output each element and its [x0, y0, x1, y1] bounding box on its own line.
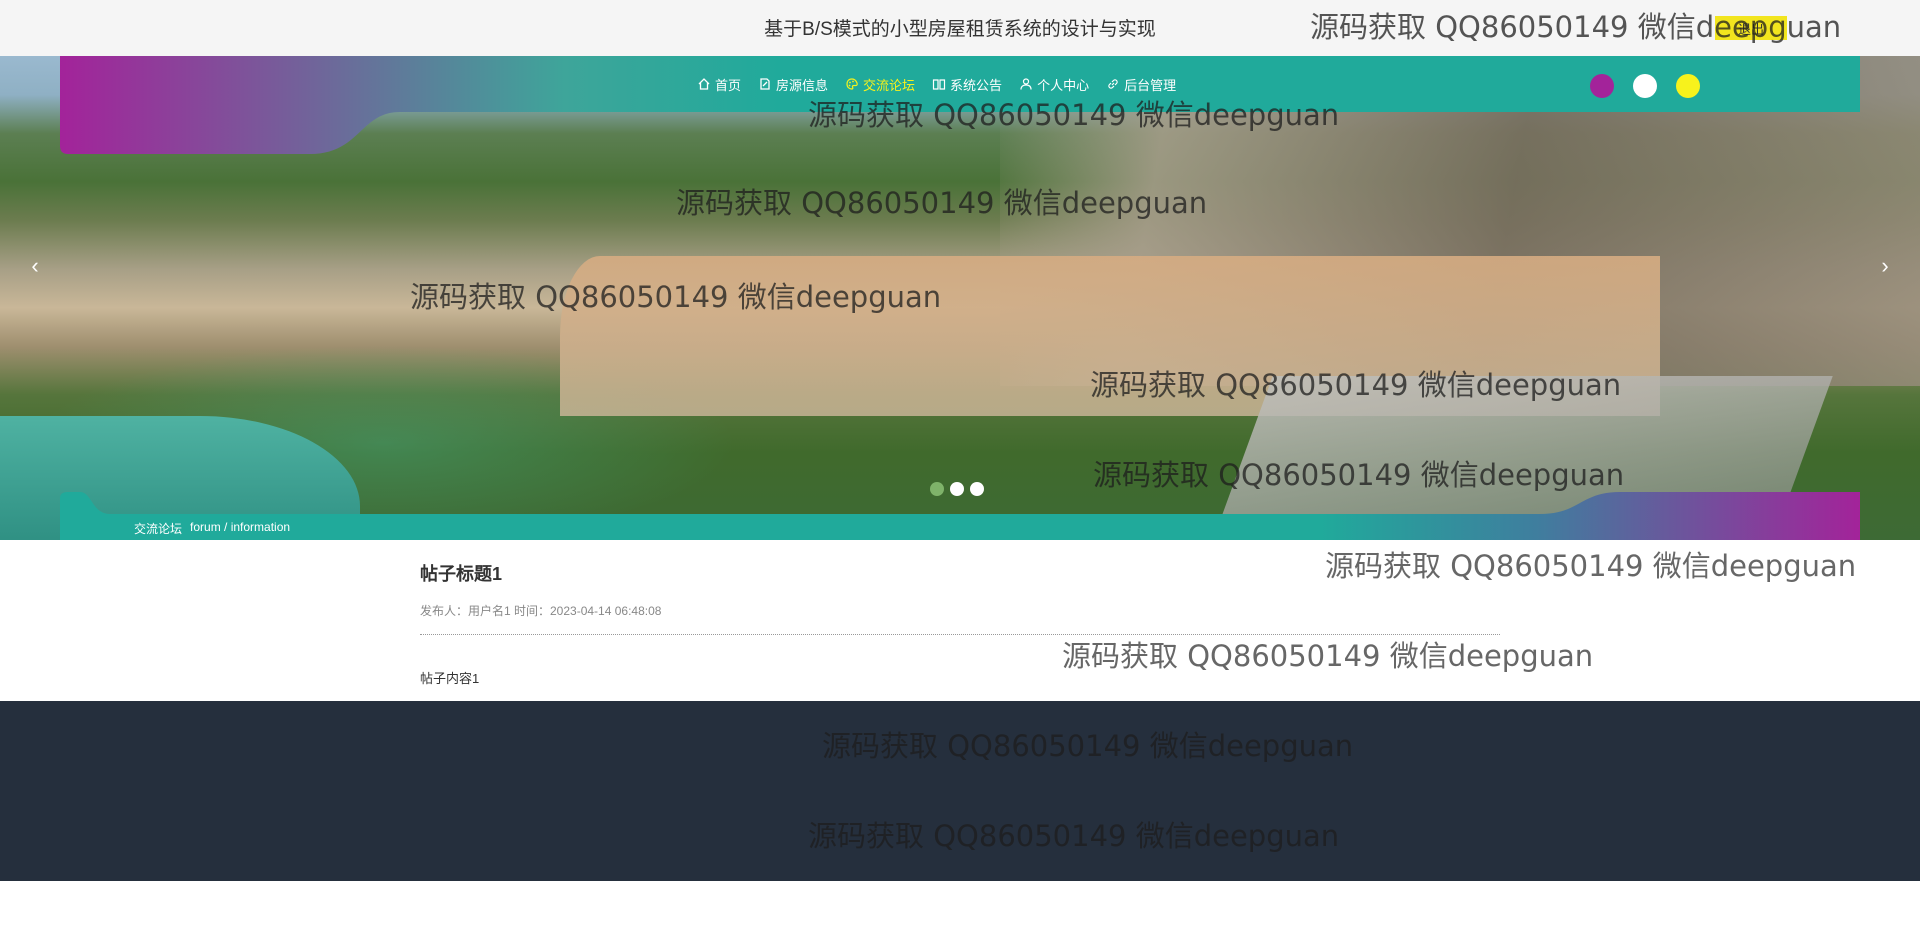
post-divider	[420, 634, 1500, 635]
nav-home-label: 首页	[715, 77, 742, 93]
footer	[0, 701, 1920, 881]
theme-dot-yellow[interactable]	[1676, 74, 1700, 98]
breadcrumb-current: 交流论坛	[134, 522, 183, 536]
document-icon	[760, 78, 770, 90]
chevron-left-icon[interactable]: ‹	[20, 251, 50, 281]
post-content: 帖子内容1	[420, 671, 480, 686]
post-meta: 发布人：用户名1 时间：2023-04-14 06:48:08	[420, 604, 662, 618]
main-nav: 首页 房源信息 交流论坛 系统公告 个人中心 后台管理	[697, 74, 1193, 94]
user-icon	[1020, 78, 1032, 90]
nav-admin[interactable]: 后台管理	[1106, 75, 1176, 94]
site-title: 基于B/S模式的小型房屋租赁系统的设计与实现	[764, 19, 1156, 40]
nav-admin-label: 后台管理	[1124, 77, 1177, 93]
nav-announcements[interactable]: 系统公告	[932, 75, 1002, 94]
post-title: 帖子标题1	[420, 564, 503, 584]
chevron-right-icon[interactable]: ›	[1870, 251, 1900, 281]
home-icon	[698, 78, 710, 90]
watermark: 源码获取 QQ86050149 微信deepguan	[1325, 549, 1857, 583]
nav-home[interactable]: 首页	[697, 75, 741, 94]
logout-button[interactable]: 退出	[1715, 16, 1787, 40]
book-icon	[932, 79, 946, 90]
breadcrumb-path: forum / information	[190, 520, 291, 534]
nav-announcements-label: 系统公告	[950, 77, 1003, 93]
nav-profile-label: 个人中心	[1037, 77, 1090, 93]
watermark: 源码获取 QQ86050149 微信deepguan	[1062, 639, 1594, 673]
nav-bar-background	[60, 56, 1860, 154]
theme-dot-purple[interactable]	[1590, 74, 1614, 98]
theme-dot-white[interactable]	[1633, 74, 1657, 98]
nav-profile[interactable]: 个人中心	[1019, 75, 1089, 94]
theme-switcher	[1590, 74, 1700, 98]
palette-icon	[846, 78, 858, 90]
breadcrumb-ribbon	[60, 492, 1860, 540]
nav-listings[interactable]: 房源信息	[758, 75, 828, 94]
link-icon	[1108, 79, 1118, 89]
nav-listings-label: 房源信息	[776, 77, 829, 93]
top-title-bar: 基于B/S模式的小型房屋租赁系统的设计与实现 退出	[0, 0, 1920, 56]
breadcrumb: 交流论坛 forum / information	[134, 520, 290, 537]
nav-forum-label: 交流论坛	[863, 77, 916, 93]
nav-forum[interactable]: 交流论坛	[845, 75, 915, 94]
